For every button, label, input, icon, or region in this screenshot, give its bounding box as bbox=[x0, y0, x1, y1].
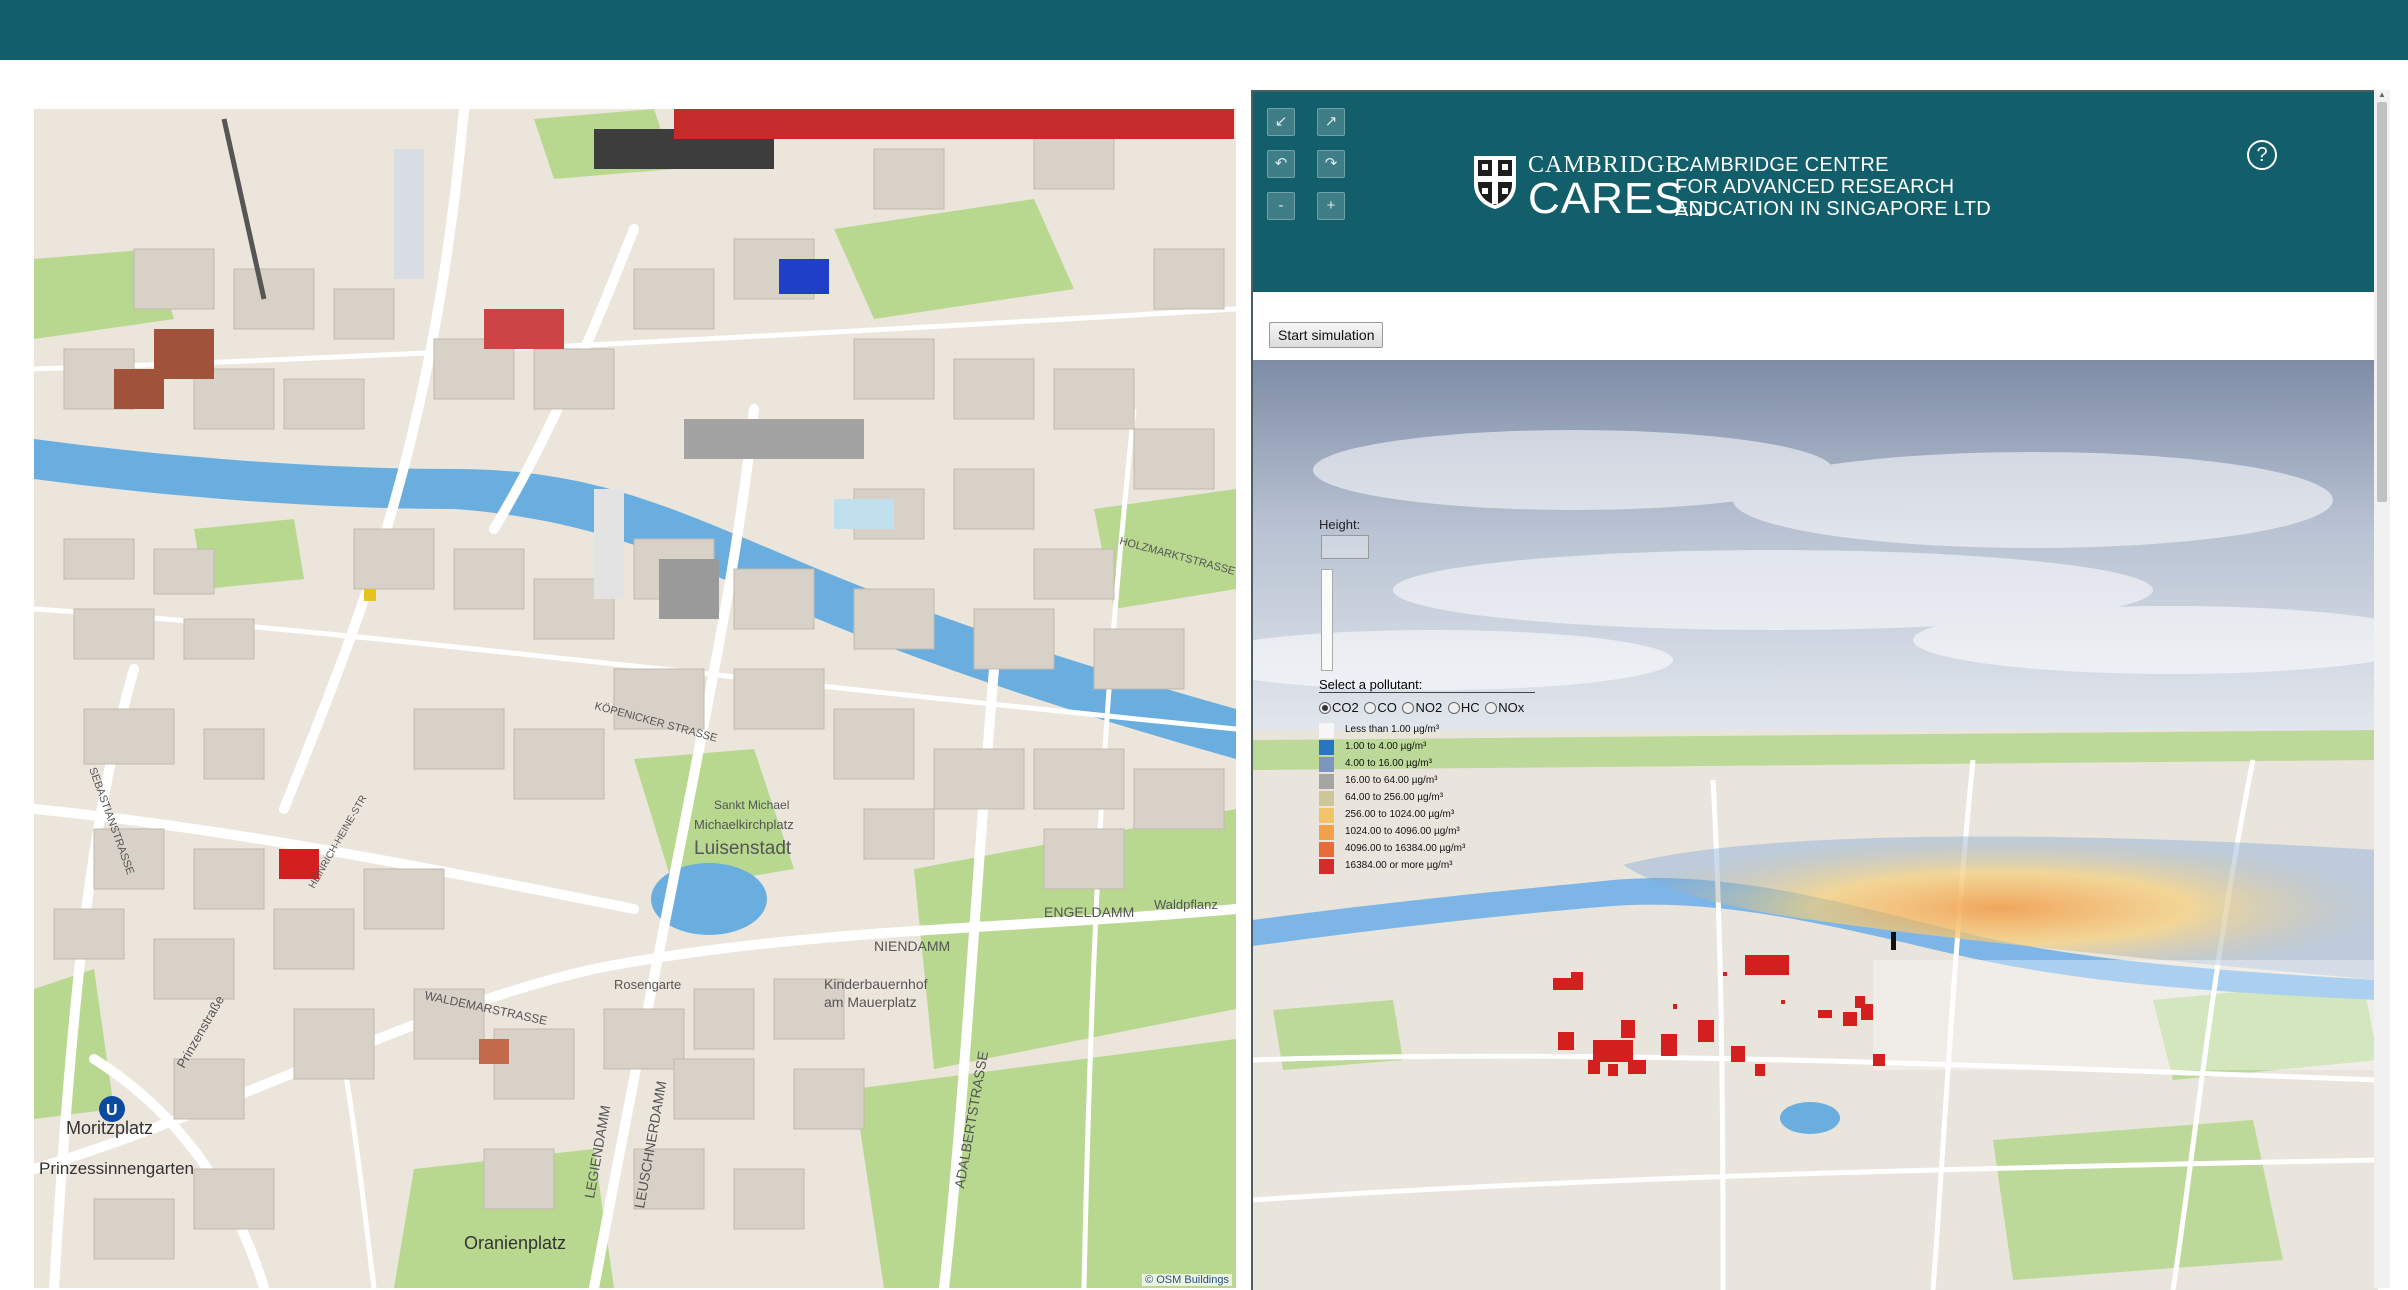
scroll-up-arrow-icon[interactable]: ▲ bbox=[2377, 90, 2387, 100]
legend-label: 16.00 to 64.00 µg/m³ bbox=[1345, 775, 1438, 786]
map-canvas[interactable]: Luisenstadt Michaelkirchplatz Sankt Mich… bbox=[34, 109, 1236, 1288]
radio-no2[interactable] bbox=[1402, 701, 1415, 714]
radio-hc[interactable] bbox=[1447, 701, 1460, 714]
page-scrollbar[interactable]: ▲ bbox=[2374, 90, 2390, 1288]
pan-up-right-button[interactable]: ↗ bbox=[1317, 108, 1345, 136]
cambridge-crest-icon bbox=[1474, 156, 1516, 209]
rotate-right-button[interactable]: ↷ bbox=[1317, 150, 1345, 178]
legend-swatch bbox=[1319, 859, 1334, 874]
logo-line-3: EDUCATION IN SINGAPORE LTD bbox=[1675, 198, 1991, 220]
map-attribution[interactable]: © OSM Buildings bbox=[1142, 1274, 1232, 1286]
legend-swatch bbox=[1319, 791, 1334, 806]
legend-label: 1024.00 to 4096.00 µg/m³ bbox=[1345, 826, 1460, 837]
simulation-3d-view[interactable] bbox=[1253, 360, 2378, 1290]
panel-header: ↙ ↗ ↶ ↷ - + CAMBRIDGE CARES CAMBRIDGE CE… bbox=[1253, 92, 2378, 292]
radio-co2[interactable] bbox=[1319, 701, 1331, 714]
start-simulation-button[interactable]: Start simulation bbox=[1269, 322, 1384, 348]
legend-swatch bbox=[1319, 740, 1334, 755]
legend-swatch bbox=[1319, 825, 1334, 840]
radio-nox-label: NOx bbox=[1498, 700, 1525, 716]
logo-cares-word: CARES bbox=[1528, 174, 1685, 223]
cambridge-cares-logo: CAMBRIDGE CARES CAMBRIDGE CENTRE FOR ADV… bbox=[1472, 152, 1992, 223]
label-rosengarten: Rosengarte bbox=[614, 977, 681, 992]
pollutant-radio-group: CO2 CO NO2 HC NOx bbox=[1319, 699, 1526, 715]
radio-co[interactable] bbox=[1364, 701, 1377, 714]
label-michaelkirchplatz: Michaelkirchplatz bbox=[694, 817, 794, 832]
radio-nox[interactable] bbox=[1485, 701, 1498, 714]
label-kinderbauernhof: Kinderbauernhof bbox=[824, 976, 928, 992]
legend-label: 64.00 to 256.00 µg/m³ bbox=[1345, 792, 1444, 803]
legend-swatch bbox=[1319, 757, 1334, 772]
simulation-panel: ↙ ↗ ↶ ↷ - + CAMBRIDGE CARES CAMBRIDGE CE… bbox=[1251, 90, 2378, 1290]
height-label: Height: bbox=[1319, 517, 1361, 532]
logo-line-1: CAMBRIDGE CENTRE bbox=[1675, 154, 1889, 176]
legend-label: 1.00 to 4.00 µg/m³ bbox=[1345, 741, 1427, 752]
legend-swatch bbox=[1319, 808, 1334, 823]
label-waldpflanz: Waldpflanz bbox=[1154, 897, 1218, 912]
legend-label: 4.00 to 16.00 µg/m³ bbox=[1345, 758, 1432, 769]
radio-hc-label: HC bbox=[1460, 700, 1480, 716]
radio-co-label: CO bbox=[1377, 700, 1397, 716]
label-sankt-michael: Sankt Michael bbox=[714, 798, 789, 812]
pan-down-left-button[interactable]: ↙ bbox=[1267, 108, 1295, 136]
rotate-left-button[interactable]: ↶ bbox=[1267, 150, 1295, 178]
label-prinzessinnengarten: Prinzessinnengarten bbox=[39, 1159, 194, 1178]
radio-co2-label: CO2 bbox=[1332, 700, 1359, 716]
legend-swatch bbox=[1319, 723, 1334, 738]
zoom-out-button[interactable]: - bbox=[1267, 192, 1295, 220]
legend-label: 16384.00 or more µg/m³ bbox=[1345, 860, 1453, 871]
pollutant-label: Select a pollutant: bbox=[1319, 677, 1535, 693]
zoom-in-button[interactable]: + bbox=[1317, 192, 1345, 220]
osm-buildings-map[interactable]: Luisenstadt Michaelkirchplatz Sankt Mich… bbox=[34, 109, 1236, 1288]
radio-no2-label: NO2 bbox=[1415, 700, 1443, 716]
help-icon[interactable]: ? bbox=[2247, 140, 2277, 170]
top-bar bbox=[0, 0, 2408, 60]
simulation-canvas[interactable] bbox=[1253, 360, 2378, 1290]
ubahn-u-label: U bbox=[106, 1102, 118, 1119]
label-luisenstadt: Luisenstadt bbox=[694, 838, 792, 859]
legend-label: Less than 1.00 µg/m³ bbox=[1345, 724, 1440, 735]
legend-swatch bbox=[1319, 842, 1334, 857]
legend-label: 4096.00 to 16384.00 µg/m³ bbox=[1345, 843, 1466, 854]
label-oranienplatz: Oranienplatz bbox=[464, 1233, 566, 1253]
label-niendamm: NIENDAMM bbox=[874, 938, 950, 954]
height-input[interactable] bbox=[1321, 535, 1369, 559]
label-engeldamm: ENGELDAMM bbox=[1044, 904, 1134, 920]
legend-swatch bbox=[1319, 774, 1334, 789]
height-slider[interactable] bbox=[1321, 569, 1333, 671]
legend-label: 256.00 to 1024.00 µg/m³ bbox=[1345, 809, 1455, 820]
scrollbar-thumb[interactable] bbox=[2377, 102, 2387, 502]
label-am-mauerplatz: am Mauerplatz bbox=[824, 994, 917, 1010]
